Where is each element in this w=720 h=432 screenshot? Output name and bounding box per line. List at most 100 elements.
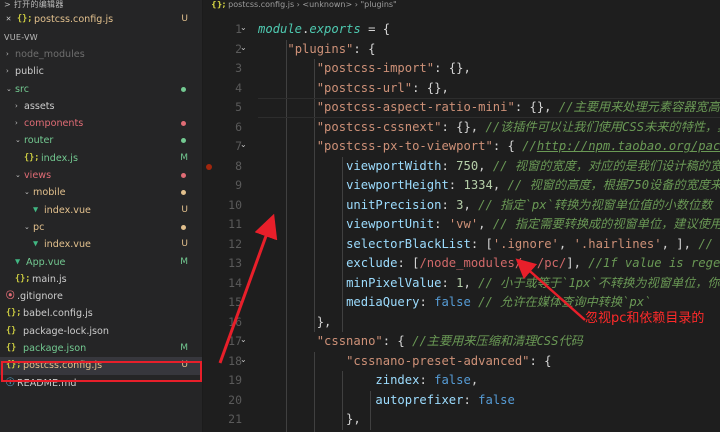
tree-item-label: components [24, 118, 84, 130]
chevron-right-icon[interactable]: › [6, 46, 9, 63]
tree-item-label: public [15, 66, 44, 78]
tree-item[interactable]: {} package.json M [0, 340, 202, 357]
code-line[interactable]: zindex: false, [258, 371, 478, 391]
open-editor-filename: postcss.config.js [34, 14, 114, 25]
code-line[interactable]: viewportHeight: 1334, // 视窗的高度，根据750设备的宽… [258, 176, 720, 196]
tree-item-label: babel.config.js [23, 308, 93, 320]
code-line[interactable]: "postcss-import": {}, [258, 59, 471, 79]
line-number: 2 [235, 41, 242, 56]
fold-chevron-icon[interactable]: ⌄ [240, 140, 247, 149]
close-icon[interactable]: ✕ [6, 10, 11, 29]
code-line[interactable]: minPixelValue: 1, // 小于或等于`1px`不转换为视窗单位，… [258, 274, 720, 294]
tree-item-label: index.vue [44, 204, 91, 216]
code-line[interactable]: "postcss-aspect-ratio-mini": {}, //主要用来处… [258, 98, 720, 118]
code-line[interactable]: "cssnano": { //主要用来压缩和清理CSS代码 [258, 332, 583, 352]
project-title: VUE-VW [4, 33, 38, 42]
line-number: 16 [228, 314, 242, 329]
breadcrumb-scope-unknown[interactable]: <unknown> [302, 0, 352, 9]
tree-item[interactable]: ⌄ src [0, 81, 202, 98]
fold-chevron-icon[interactable]: ⌄ [240, 355, 247, 364]
tree-item-label: pc [33, 221, 45, 233]
vue-file-icon: ▼ [33, 204, 39, 215]
tree-item[interactable]: {}; main.js [0, 271, 202, 288]
tree-item[interactable]: ⌄ router [0, 132, 202, 149]
js-file-icon: {}; [6, 308, 22, 319]
code-line[interactable]: selectorBlackList: ['.ignore', '.hairlin… [258, 235, 720, 255]
annotation-highlight-box [1, 361, 202, 382]
git-status-badge: M [180, 343, 188, 354]
code-line[interactable]: "plugins": { [258, 40, 375, 60]
chevron-right-icon[interactable]: › [6, 63, 9, 80]
tree-item[interactable]: ⌄ mobile [0, 184, 202, 201]
breadcrumb-file[interactable]: postcss.config.js [228, 0, 294, 9]
project-header[interactable]: VUE-VW [0, 29, 202, 46]
explorer-sidebar: > 打开的编辑器 ✕ {}; postcss.config.js U VUE-V… [0, 0, 203, 432]
tree-item-label: router [24, 135, 54, 147]
tree-item-label: App.vue [26, 256, 66, 268]
line-number: 19 [228, 373, 242, 387]
tree-item-label: package-lock.json [23, 325, 109, 337]
code-line[interactable]: "cssnano-preset-advanced": { [258, 352, 551, 372]
chevron-down-icon[interactable]: ⌄ [24, 184, 30, 201]
open-editors-header[interactable]: > 打开的编辑器 [0, 0, 202, 10]
line-number: 21 [228, 412, 242, 426]
code-line[interactable]: viewportUnit: 'vw', // 指定需要转换成的视窗单位，建议使用 [258, 215, 720, 235]
tree-item[interactable]: › assets [0, 98, 202, 115]
code-editor[interactable]: {}; postcss.config.js › <unknown> › "plu… [203, 0, 720, 432]
code-line[interactable]: }, [258, 313, 332, 333]
git-status-badge: U [181, 239, 188, 250]
fold-chevron-icon[interactable]: ⌄ [240, 23, 247, 32]
js-file-icon: {}; [15, 273, 31, 284]
tree-item-label: main.js [32, 273, 67, 285]
tree-item[interactable]: ▼ index.vue U [0, 202, 202, 219]
line-number: 10 [228, 197, 242, 212]
code-line[interactable]: "postcss-url": {}, [258, 79, 449, 99]
tree-item-label: node_modules [15, 49, 85, 60]
code-line[interactable]: }, [258, 410, 361, 430]
tree-item[interactable]: › components [0, 115, 202, 132]
tree-item[interactable]: › node_modules [0, 46, 202, 63]
tree-item[interactable]: {}; babel.config.js [0, 305, 202, 322]
chevron-down-icon[interactable]: ⌄ [6, 81, 12, 98]
chevron-down-icon[interactable]: ⌄ [15, 132, 21, 149]
tree-item-label: views [24, 170, 52, 182]
code-line[interactable]: viewportWidth: 750, // 视窗的宽度，对应的是我们设计稿的宽 [258, 157, 720, 177]
code-area[interactable]: module.exports = { "plugins": { "postcss… [258, 12, 720, 432]
tree-item[interactable]: {} package-lock.json [0, 323, 202, 340]
modified-dot-icon [181, 121, 186, 127]
chevron-down-icon[interactable]: ⌄ [15, 167, 21, 184]
git-file-icon: ⦿ [6, 291, 15, 302]
chevron-right-icon[interactable]: › [15, 98, 18, 115]
open-editor-item[interactable]: ✕ {}; postcss.config.js U [0, 10, 202, 29]
tree-item[interactable]: ▼ App.vue M [0, 254, 202, 271]
fold-chevron-icon[interactable]: ⌄ [240, 335, 247, 344]
modified-dot-icon [181, 173, 186, 179]
line-number: 8 [235, 158, 242, 173]
tree-item[interactable]: › public [0, 63, 202, 80]
breadcrumb: {}; postcss.config.js › <unknown> › "plu… [203, 0, 720, 12]
code-line[interactable]: exclude: [/node_modules/, /pc/], //1f va… [258, 254, 720, 274]
code-line[interactable]: "postcss-px-to-viewport": { //http://npm… [258, 137, 720, 157]
tree-item[interactable]: ⦿ .gitignore [0, 288, 202, 305]
code-line[interactable]: unitPrecision: 3, // 指定`px`转换为视窗单位值的小数位数 [258, 196, 712, 216]
tree-item-label: mobile [33, 187, 66, 199]
breadcrumb-scope-plugins[interactable]: "plugins" [360, 0, 396, 9]
tree-item[interactable]: {}; index.js M [0, 150, 202, 167]
line-number: 13 [228, 256, 242, 270]
chevron-right-icon[interactable]: › [15, 115, 18, 132]
js-file-icon: {}; [24, 152, 40, 163]
tree-item-label: package.json [23, 343, 87, 355]
code-line[interactable]: "postcss-cssnext": {}, //该插件可以让我们使用CSS未来… [258, 118, 720, 138]
tree-item[interactable]: ⌄ views [0, 167, 202, 184]
chevron-down-icon[interactable]: ⌄ [24, 219, 30, 236]
fold-chevron-icon[interactable]: ⌄ [240, 43, 247, 52]
breakpoint-dot-icon[interactable] [206, 163, 212, 170]
git-status-badge: M [180, 152, 188, 163]
code-line[interactable]: module.exports = { [258, 20, 390, 40]
code-line[interactable]: autoprefixer: false [258, 391, 514, 411]
tree-item[interactable]: ⌄ pc [0, 219, 202, 236]
line-number: 14 [228, 275, 242, 290]
git-status-badge: U [181, 14, 188, 24]
tree-item[interactable]: ▼ index.vue U [0, 236, 202, 253]
file-tree: › node_modules › public ⌄ src › assets › componen… [0, 46, 202, 392]
